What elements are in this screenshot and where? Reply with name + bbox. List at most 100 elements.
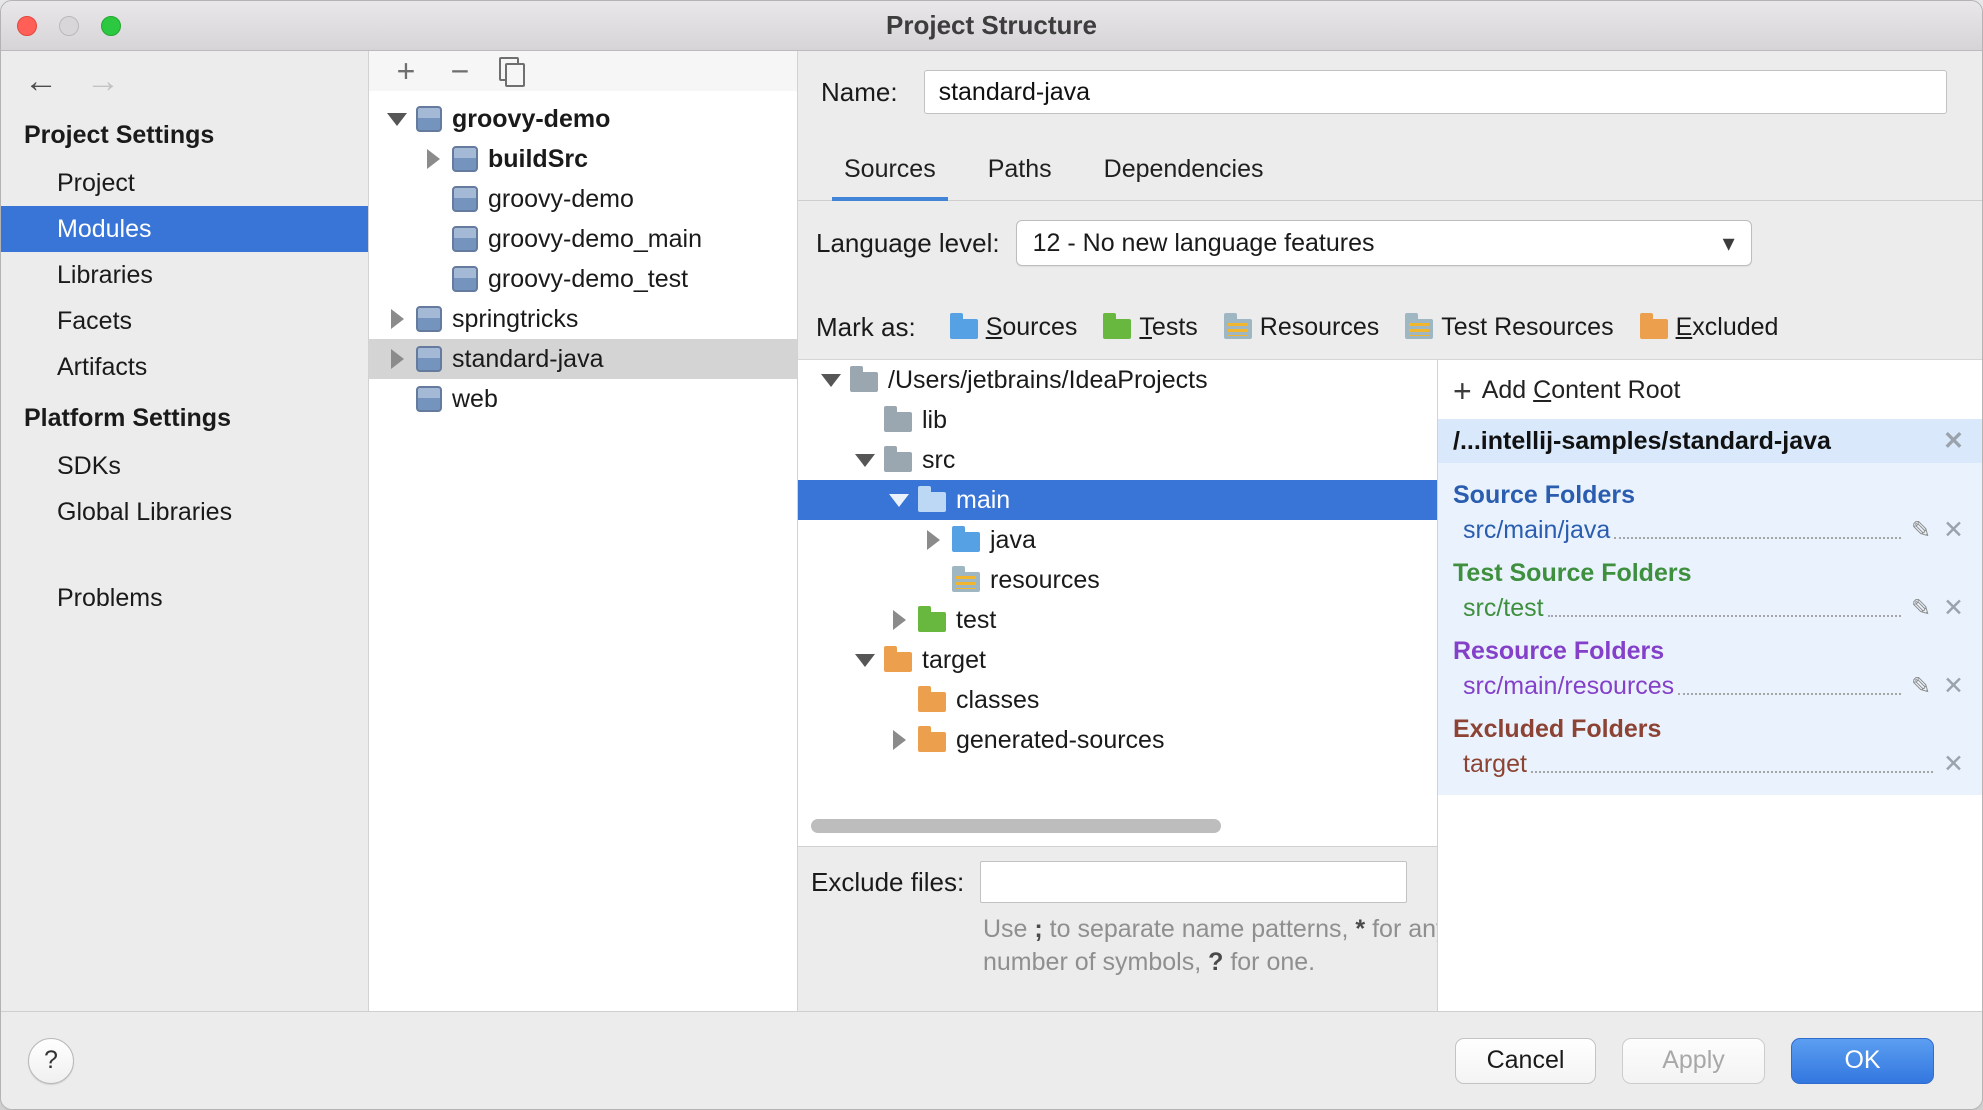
tree-row-resources[interactable]: resources <box>798 560 1437 600</box>
mark-as-item-label: Sources <box>985 312 1078 341</box>
remove-folder-icon[interactable]: ✕ <box>1943 593 1964 623</box>
tab-sources[interactable]: Sources <box>822 155 958 201</box>
collapse-icon[interactable] <box>853 448 877 472</box>
tab-paths[interactable]: Paths <box>966 155 1074 200</box>
collapse-icon[interactable] <box>385 107 409 131</box>
expand-icon[interactable] <box>921 528 945 552</box>
remove-content-root-icon[interactable]: ✕ <box>1943 426 1964 456</box>
tree-label: generated-sources <box>956 725 1165 754</box>
tree-label: lib <box>922 405 948 434</box>
module-label: groovy-demo_test <box>488 264 689 293</box>
module-row-springtricks[interactable]: springtricks <box>369 299 797 339</box>
forward-icon[interactable]: → <box>86 63 120 99</box>
remove-folder-icon[interactable]: ✕ <box>1943 671 1964 701</box>
collapse-icon[interactable] <box>819 368 843 392</box>
module-row-groovy-demo-main[interactable]: groovy-demo_main <box>369 219 797 259</box>
module-label: groovy-demo <box>488 184 634 213</box>
test-source-folder-row[interactable]: src/test ✎ ✕ <box>1453 593 1964 623</box>
add-module-button[interactable]: + <box>391 55 421 87</box>
module-row-buildsrc[interactable]: buildSrc <box>369 139 797 179</box>
expand-icon[interactable] <box>421 147 445 171</box>
module-row-groovy-demo-test[interactable]: groovy-demo_test <box>369 259 797 299</box>
tree-label: main <box>956 485 1011 514</box>
plus-icon: + <box>1453 372 1472 409</box>
modules-list-panel: + − groovy-demo buildSrc groovy-demo gro… <box>369 51 798 1011</box>
language-level-dropdown[interactable]: 12 - No new language features ▾ <box>1015 220 1752 266</box>
tree-row-java[interactable]: java <box>798 520 1437 560</box>
titlebar[interactable]: Project Structure <box>1 1 1982 51</box>
mark-as-row: Mark as: Sources Tests Resources Test Re… <box>798 277 1982 359</box>
excluded-folder-row[interactable]: target ✕ <box>1453 749 1964 779</box>
tree-row-lib[interactable]: lib <box>798 400 1437 440</box>
source-folder-row[interactable]: src/main/java ✎ ✕ <box>1453 515 1964 545</box>
tree-row-src[interactable]: src <box>798 440 1437 480</box>
folder-path[interactable]: target <box>1463 750 1527 779</box>
module-icon <box>416 106 442 132</box>
sidebar-item-global-libraries[interactable]: Global Libraries <box>1 489 368 535</box>
mark-as-test-resources[interactable]: Test Resources <box>1405 313 1614 342</box>
help-button[interactable]: ? <box>28 1037 74 1084</box>
module-label: groovy-demo_main <box>488 224 702 253</box>
sidebar-item-artifacts[interactable]: Artifacts <box>1 344 368 390</box>
remove-folder-icon[interactable]: ✕ <box>1943 749 1964 779</box>
remove-folder-icon[interactable]: ✕ <box>1943 515 1964 545</box>
add-content-root-button[interactable]: + Add Content Root <box>1438 360 1982 419</box>
expand-icon[interactable] <box>887 608 911 632</box>
module-row-groovy-demo-child[interactable]: groovy-demo <box>369 179 797 219</box>
minimize-window-button[interactable] <box>59 16 79 36</box>
tree-row-root[interactable]: /Users/jetbrains/IdeaProjects <box>798 360 1437 400</box>
mark-as-sources[interactable]: Sources <box>949 312 1078 342</box>
expand-icon[interactable] <box>385 307 409 331</box>
module-name-input[interactable] <box>923 70 1947 114</box>
edit-pencil-icon[interactable]: ✎ <box>1911 672 1931 701</box>
collapse-icon[interactable] <box>887 488 911 512</box>
folder-path[interactable]: src/main/resources <box>1463 672 1674 701</box>
tree-row-test[interactable]: test <box>798 600 1437 640</box>
sidebar-item-libraries[interactable]: Libraries <box>1 252 368 298</box>
module-row-groovy-demo[interactable]: groovy-demo <box>369 99 797 139</box>
edit-pencil-icon[interactable]: ✎ <box>1911 516 1931 545</box>
tree-row-main[interactable]: main <box>798 480 1437 520</box>
sidebar-item-sdks[interactable]: SDKs <box>1 443 368 489</box>
remove-module-button[interactable]: − <box>445 55 475 87</box>
edit-pencil-icon[interactable]: ✎ <box>1911 594 1931 623</box>
tree-row-generated-sources[interactable]: generated-sources <box>798 720 1437 760</box>
sidebar-item-problems[interactable]: Problems <box>1 575 368 621</box>
folder-path[interactable]: src/main/java <box>1463 516 1610 545</box>
module-icon <box>416 346 442 372</box>
tree-label: target <box>922 645 986 674</box>
tests-folder-icon <box>1103 313 1132 339</box>
horizontal-scrollbar[interactable] <box>811 819 1221 833</box>
back-icon[interactable]: ← <box>24 63 58 99</box>
collapse-icon[interactable] <box>853 648 877 672</box>
tree-label: test <box>956 605 997 634</box>
mark-as-tests[interactable]: Tests <box>1103 313 1198 342</box>
module-icon <box>452 146 478 172</box>
module-row-web[interactable]: web <box>369 379 797 419</box>
exclude-files-input[interactable] <box>980 861 1408 903</box>
close-window-button[interactable] <box>17 16 37 36</box>
folder-path[interactable]: src/test <box>1463 594 1544 623</box>
tab-dependencies[interactable]: Dependencies <box>1082 155 1286 200</box>
excluded-folder-icon <box>918 726 946 752</box>
mark-as-resources[interactable]: Resources <box>1223 313 1379 342</box>
sidebar-item-facets[interactable]: Facets <box>1 298 368 344</box>
cancel-button[interactable]: Cancel <box>1455 1037 1596 1084</box>
sidebar-item-modules[interactable]: Modules <box>1 206 368 252</box>
zoom-window-button[interactable] <box>101 16 121 36</box>
mark-as-excluded[interactable]: Excluded <box>1639 313 1778 342</box>
content-root-row[interactable]: /...intellij-samples/standard-java ✕ <box>1438 419 1982 463</box>
resource-folder-row[interactable]: src/main/resources ✎ ✕ <box>1453 671 1964 701</box>
expand-icon[interactable] <box>887 728 911 752</box>
ok-button[interactable]: OK <box>1791 1037 1934 1084</box>
apply-button[interactable]: Apply <box>1622 1037 1765 1084</box>
expand-icon[interactable] <box>385 347 409 371</box>
module-row-standard-java[interactable]: standard-java <box>369 339 797 379</box>
copy-module-icon[interactable] <box>499 57 525 87</box>
content-root-path: /...intellij-samples/standard-java <box>1453 426 1831 455</box>
tree-row-classes[interactable]: classes <box>798 680 1437 720</box>
sidebar-item-project[interactable]: Project <box>1 160 368 206</box>
tree-row-target[interactable]: target <box>798 640 1437 680</box>
